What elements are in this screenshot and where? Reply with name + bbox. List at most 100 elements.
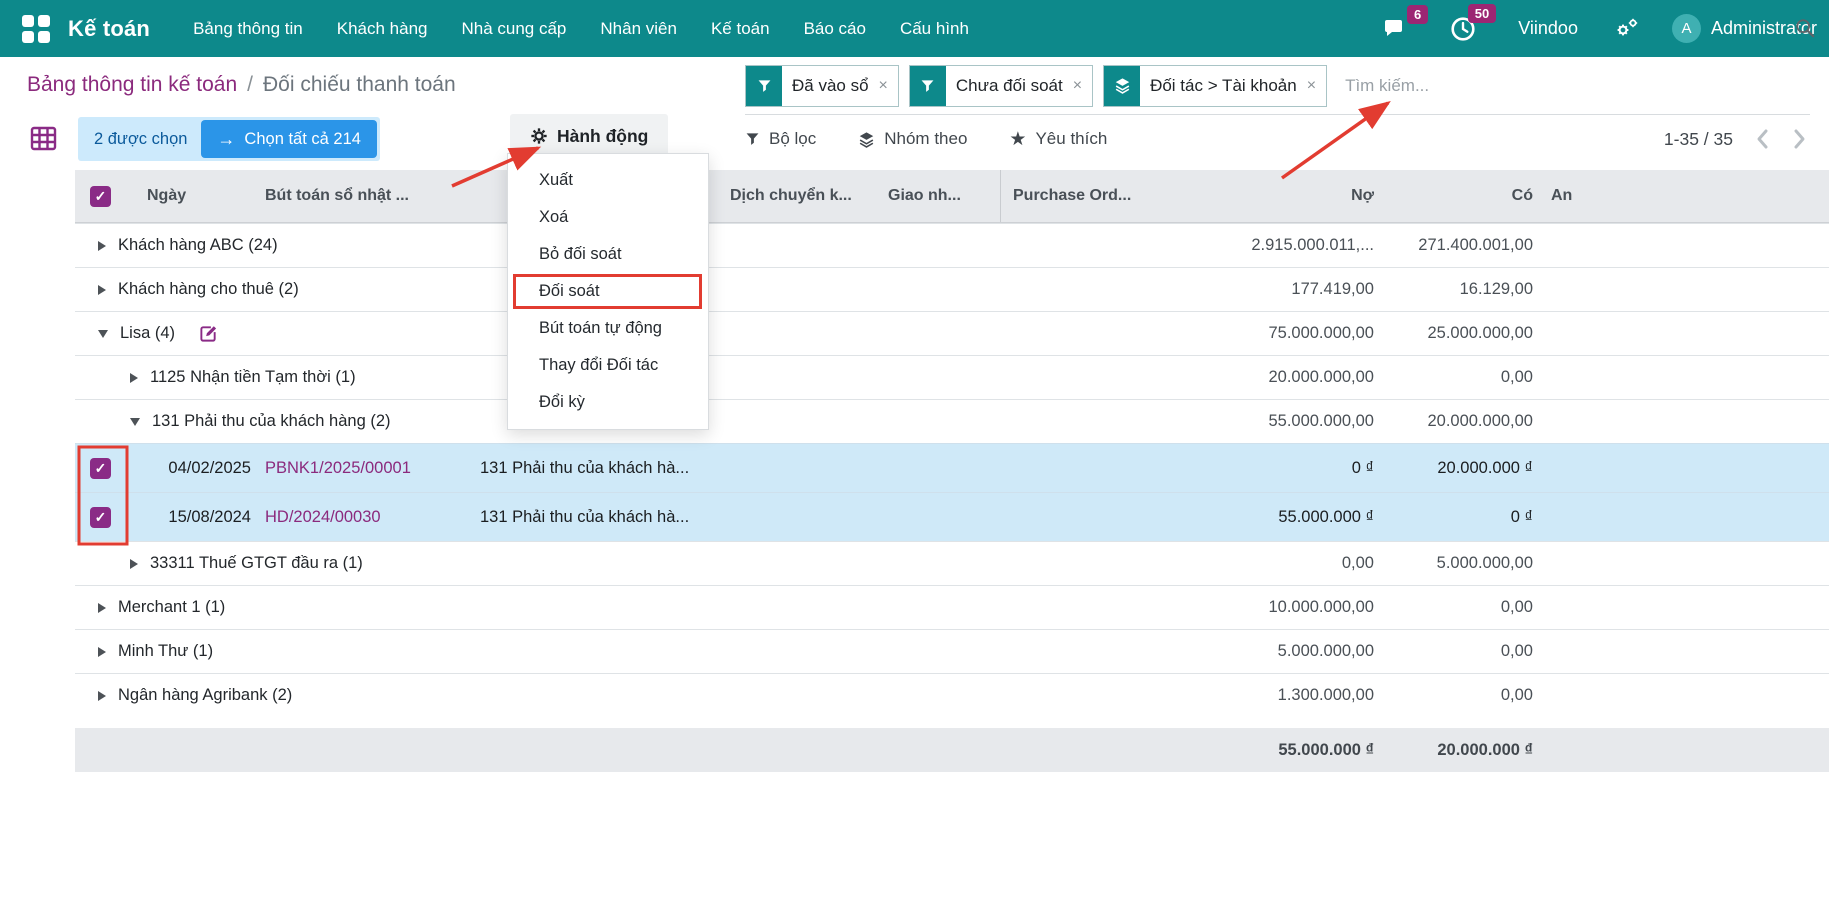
group-row[interactable]: Ngân hàng Agribank (2) 1.300.000,000,00: [75, 673, 1829, 717]
messages-badge: 6: [1407, 5, 1428, 25]
search-option-favorites[interactable]: ★Yêu thích: [1009, 129, 1107, 149]
action-menu-item[interactable]: Đổi kỳ: [508, 384, 708, 421]
cell-account: 131 Phải thu của khách hà...: [460, 508, 730, 527]
action-menu-item[interactable]: Thay đổi Đối tác: [508, 347, 708, 384]
cell-journal-entry-link[interactable]: PBNK1/2025/00001: [255, 459, 460, 478]
group-label: Khách hàng ABC (24): [118, 236, 278, 255]
search-options: Bộ lọc Nhóm theo ★Yêu thích: [745, 112, 1107, 166]
facet-remove-icon[interactable]: ×: [1073, 66, 1092, 106]
action-dropdown-menu: XuấtXoáBỏ đối soátĐối soátBút toán tự độ…: [507, 153, 709, 430]
pager-next-icon[interactable]: [1792, 128, 1807, 150]
column-header-credit[interactable]: Có: [1378, 187, 1537, 205]
group-debit: 5.000.000,00: [1180, 642, 1378, 661]
search-bar[interactable]: Đã vào sổ×Chưa đối soát×Đối tác > Tài kh…: [745, 57, 1810, 115]
user-avatar[interactable]: A: [1672, 14, 1701, 43]
topbar-menu-item[interactable]: Bảng thông tin: [176, 0, 320, 57]
apps-grid-icon[interactable]: [22, 15, 50, 43]
gear-icon: [530, 127, 548, 145]
pager-range: 1-35 / 35: [1664, 129, 1733, 150]
column-header-purchase-order[interactable]: Purchase Ord...: [1000, 170, 1180, 222]
brand-link[interactable]: Viindoo: [1518, 18, 1578, 39]
group-debit: 55.000.000,00: [1180, 412, 1378, 431]
app-name[interactable]: Kế toán: [68, 16, 150, 42]
cell-account: 131 Phải thu của khách hà...: [460, 459, 730, 478]
cell-journal-entry-link[interactable]: HD/2024/00030: [255, 508, 460, 527]
column-header-delivery[interactable]: Giao nh...: [888, 187, 1000, 205]
group-credit: 0,00: [1378, 598, 1537, 617]
action-menu-item[interactable]: Xuất: [508, 162, 708, 199]
action-menu-item[interactable]: Xoá: [508, 199, 708, 236]
search-facet[interactable]: Đối tác > Tài khoản×: [1103, 65, 1327, 107]
top-menu: Bảng thông tinKhách hàngNhà cung cấpNhân…: [176, 0, 986, 57]
action-menu-item[interactable]: Bỏ đối soát: [508, 236, 708, 273]
group-debit: 10.000.000,00: [1180, 598, 1378, 617]
group-row[interactable]: Merchant 1 (1) 10.000.000,000,00: [75, 585, 1829, 629]
group-row[interactable]: Khách hàng cho thuê (2)177.419,0016.129,…: [75, 267, 1829, 311]
column-header-journal-entry[interactable]: Bút toán sổ nhật ...: [255, 187, 460, 205]
filter-icon: [745, 131, 760, 147]
topbar-menu-item[interactable]: Kế toán: [694, 0, 787, 57]
group-row[interactable]: 33311 Thuế GTGT đầu ra (1)0,005.000.000,…: [75, 541, 1829, 585]
row-checkbox[interactable]: ✓: [90, 507, 111, 528]
group-row[interactable]: 131 Phải thu của khách hàng (2)55.000.00…: [75, 399, 1829, 443]
filter-icon: [910, 66, 946, 106]
group-credit: 0,00: [1378, 642, 1537, 661]
column-header-debit[interactable]: Nợ: [1180, 187, 1378, 205]
facet-remove-icon[interactable]: ×: [879, 66, 898, 106]
table-row[interactable]: ✓04/02/2025PBNK1/2025/00001131 Phải thu …: [75, 443, 1829, 492]
group-credit: 5.000.000,00: [1378, 554, 1537, 573]
group-credit: 25.000.000,00: [1378, 324, 1537, 343]
reconciliation-table: ✓ Ngày Bút toán sổ nhật ... Dịch chuyển …: [75, 170, 1829, 717]
select-all-button[interactable]: → Chọn tất cả 214: [201, 120, 377, 158]
messages-button[interactable]: 6: [1382, 17, 1408, 41]
group-credit: 0,00: [1378, 686, 1537, 705]
action-menu-button[interactable]: Hành động: [510, 114, 668, 158]
settings-gears-icon[interactable]: [1614, 16, 1640, 42]
top-navbar: Kế toán Bảng thông tinKhách hàngNhà cung…: [0, 0, 1829, 57]
group-debit: 1.300.000,00: [1180, 686, 1378, 705]
group-label: Khách hàng cho thuê (2): [118, 280, 299, 299]
topbar-menu-item[interactable]: Báo cáo: [787, 0, 883, 57]
group-row[interactable]: Minh Thư (1)5.000.000,000,00: [75, 629, 1829, 673]
group-credit: 0,00: [1378, 368, 1537, 387]
table-row[interactable]: ✓15/08/2024HD/2024/00030131 Phải thu của…: [75, 492, 1829, 541]
group-credit: 20.000.000,00: [1378, 412, 1537, 431]
topbar-menu-item[interactable]: Nhà cung cấp: [444, 0, 583, 57]
topbar-menu-item[interactable]: Cấu hình: [883, 0, 986, 57]
group-row[interactable]: 1125 Nhận tiền Tạm thời (1)20.000.000,00…: [75, 355, 1829, 399]
group-label: 1125 Nhận tiền Tạm thời (1): [150, 368, 356, 387]
select-all-checkbox[interactable]: ✓: [90, 186, 111, 207]
activities-button[interactable]: 50: [1450, 16, 1476, 42]
group-icon: [1104, 66, 1140, 106]
group-label: 33311 Thuế GTGT đầu ra (1): [150, 554, 363, 573]
group-row[interactable]: Khách hàng ABC (24)2.915.000.011,...271.…: [75, 223, 1829, 267]
search-facet[interactable]: Chưa đối soát×: [909, 65, 1093, 107]
search-icon[interactable]: [1795, 18, 1815, 38]
column-header-extra[interactable]: An: [1537, 187, 1829, 205]
search-option-filters[interactable]: Bộ lọc: [745, 129, 816, 149]
table-header-row: ✓ Ngày Bút toán sổ nhật ... Dịch chuyển …: [75, 170, 1829, 223]
group-row[interactable]: Lisa (4)75.000.000,0025.000.000,00: [75, 311, 1829, 355]
breadcrumb-parent-link[interactable]: Bảng thông tin kế toán: [27, 73, 237, 97]
arrow-right-icon: →: [217, 129, 235, 150]
pager-previous-icon[interactable]: [1755, 128, 1770, 150]
search-facet[interactable]: Đã vào sổ×: [745, 65, 899, 107]
facet-remove-icon[interactable]: ×: [1307, 66, 1326, 106]
topbar-menu-item[interactable]: Khách hàng: [320, 0, 445, 57]
group-credit: 16.129,00: [1378, 280, 1537, 299]
group-icon: [858, 131, 875, 148]
column-header-stock-move[interactable]: Dịch chuyển k...: [730, 187, 888, 205]
search-option-groupby[interactable]: Nhóm theo: [858, 129, 967, 149]
search-input[interactable]: Tìm kiếm...: [1345, 76, 1429, 96]
column-header-date[interactable]: Ngày: [130, 187, 255, 205]
list-view-icon[interactable]: [30, 126, 57, 151]
row-checkbox[interactable]: ✓: [90, 458, 111, 479]
group-label: Merchant 1 (1): [118, 598, 225, 617]
action-menu-item[interactable]: Bút toán tự động: [508, 310, 708, 347]
action-menu-item[interactable]: Đối soát: [508, 273, 708, 310]
pager: 1-35 / 35: [1664, 112, 1807, 166]
group-label: Ngân hàng Agribank (2): [118, 686, 292, 705]
caret-right-icon: [98, 285, 106, 295]
topbar-menu-item[interactable]: Nhân viên: [583, 0, 694, 57]
edit-pencil-icon[interactable]: [199, 324, 218, 343]
